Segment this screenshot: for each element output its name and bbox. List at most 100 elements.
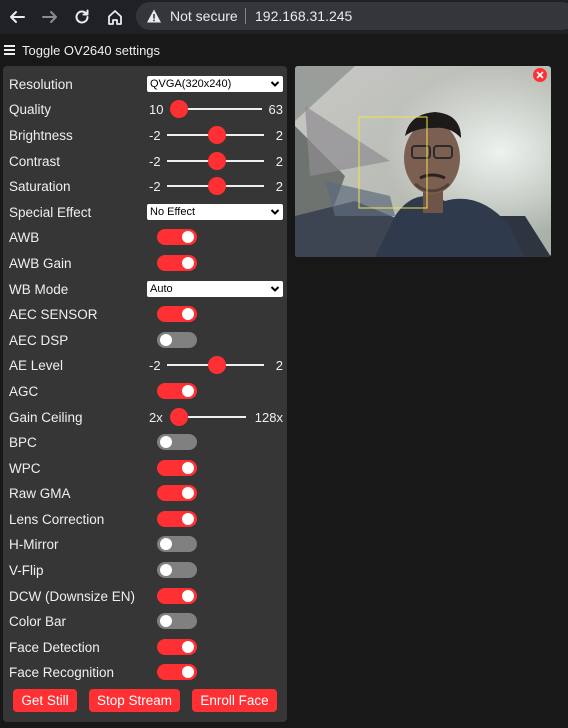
face-recognition-label: Face Recognition xyxy=(9,664,115,680)
toggle-knob xyxy=(182,385,194,397)
security-status-text[interactable]: Not secure xyxy=(170,8,238,24)
agc-label: AGC xyxy=(9,383,39,399)
h-mirror-toggle[interactable] xyxy=(157,536,197,552)
face-recognition-toggle[interactable] xyxy=(157,664,197,680)
agc-toggle[interactable] xyxy=(157,383,197,399)
lens-correction-label: Lens Correction xyxy=(9,511,105,527)
get-still-button[interactable]: Get Still xyxy=(13,689,77,712)
lens-correction-toggle[interactable] xyxy=(157,511,197,527)
aec-dsp-row: AEC DSP xyxy=(9,329,283,351)
awb-row: AWB xyxy=(9,226,283,248)
aec-dsp-label: AEC DSP xyxy=(9,332,69,348)
resolution-value: QVGA(320x240) xyxy=(150,78,232,90)
gain-ceiling-slider-thumb[interactable] xyxy=(170,408,188,426)
wpc-toggle[interactable] xyxy=(157,460,197,476)
address-bar[interactable]: Not secure 192.168.31.245 xyxy=(136,2,568,30)
quality-label: Quality xyxy=(9,101,52,117)
settings-toggle-label[interactable]: Toggle OV2640 settings xyxy=(22,43,160,58)
color-bar-toggle[interactable] xyxy=(157,613,197,629)
quality-min: 10 xyxy=(149,101,164,117)
awb-label: AWB xyxy=(9,229,40,245)
forward-arrow-icon[interactable] xyxy=(38,5,62,29)
agc-row: AGC xyxy=(9,380,283,402)
saturation-slider-thumb[interactable] xyxy=(208,177,226,195)
h-mirror-label: H-Mirror xyxy=(9,536,59,552)
wb-mode-label: WB Mode xyxy=(9,281,69,297)
toggle-knob xyxy=(160,538,172,550)
color-bar-row: Color Bar xyxy=(9,610,283,632)
settings-toggle[interactable]: Toggle OV2640 settings xyxy=(4,42,160,58)
saturation-label: Saturation xyxy=(9,178,71,194)
resolution-row: Resolution QVGA(320x240) xyxy=(9,73,283,95)
url-text[interactable]: 192.168.31.245 xyxy=(255,8,352,24)
toggle-knob xyxy=(182,308,194,320)
settings-panel: Resolution QVGA(320x240) Quality 10 63 B… xyxy=(3,66,287,722)
quality-row: Quality 10 63 xyxy=(9,98,283,120)
aec-sensor-toggle[interactable] xyxy=(157,306,197,322)
toggle-knob xyxy=(182,257,194,269)
enroll-face-button[interactable]: Enroll Face xyxy=(192,689,277,712)
browser-toolbar: Not secure 192.168.31.245 xyxy=(0,0,568,34)
close-icon xyxy=(536,71,544,79)
quality-max: 63 xyxy=(268,101,283,117)
contrast-slider-thumb[interactable] xyxy=(208,152,226,170)
v-flip-row: V-Flip xyxy=(9,559,283,581)
special-effect-value: No Effect xyxy=(150,206,196,218)
resolution-select[interactable]: QVGA(320x240) xyxy=(147,76,283,92)
close-stream-button[interactable] xyxy=(533,68,547,82)
chevron-down-icon xyxy=(270,81,280,87)
toggle-knob xyxy=(182,666,194,678)
stream-frame-image xyxy=(295,66,551,257)
ae-level-max: 2 xyxy=(275,357,283,373)
toggle-knob xyxy=(182,487,194,499)
brightness-max: 2 xyxy=(275,127,283,143)
color-bar-label: Color Bar xyxy=(9,613,67,629)
dcw-row: DCW (Downsize EN) xyxy=(9,585,283,607)
awb-toggle[interactable] xyxy=(157,229,197,245)
gain-ceiling-label: Gain Ceiling xyxy=(9,409,83,425)
awb-gain-toggle[interactable] xyxy=(157,255,197,271)
wpc-row: WPC xyxy=(9,457,283,479)
reload-icon[interactable] xyxy=(70,5,94,29)
v-flip-toggle[interactable] xyxy=(157,562,197,578)
v-flip-label: V-Flip xyxy=(9,562,44,578)
toggle-knob xyxy=(160,615,172,627)
gain-ceiling-row: Gain Ceiling 2x 128x xyxy=(9,406,283,428)
lens-correction-row: Lens Correction xyxy=(9,508,283,530)
face-detection-label: Face Detection xyxy=(9,639,100,655)
ae-level-slider-thumb[interactable] xyxy=(208,356,226,374)
face-detection-toggle[interactable] xyxy=(157,639,197,655)
brightness-label: Brightness xyxy=(9,127,73,143)
special-effect-select[interactable]: No Effect xyxy=(147,204,283,220)
dcw-toggle[interactable] xyxy=(157,588,197,604)
special-effect-row: Special Effect No Effect xyxy=(9,201,283,223)
aec-sensor-label: AEC SENSOR xyxy=(9,306,98,322)
h-mirror-row: H-Mirror xyxy=(9,533,283,555)
wpc-label: WPC xyxy=(9,460,41,476)
raw-gma-toggle[interactable] xyxy=(157,485,197,501)
back-arrow-icon[interactable] xyxy=(5,5,29,29)
toggle-knob xyxy=(182,462,194,474)
face-detection-row: Face Detection xyxy=(9,636,283,658)
saturation-row: Saturation -2 2 xyxy=(9,175,283,197)
warning-icon[interactable] xyxy=(146,8,162,24)
gain-ceiling-max: 128x xyxy=(254,409,283,425)
bpc-toggle[interactable] xyxy=(157,434,197,450)
saturation-max: 2 xyxy=(275,178,283,194)
aec-sensor-row: AEC SENSOR xyxy=(9,303,283,325)
camera-stream xyxy=(295,66,551,257)
toggle-knob xyxy=(182,231,194,243)
home-icon[interactable] xyxy=(103,5,127,29)
contrast-max: 2 xyxy=(275,153,283,169)
hamburger-icon[interactable] xyxy=(4,45,15,55)
stop-stream-button[interactable]: Stop Stream xyxy=(89,689,180,712)
quality-slider-thumb[interactable] xyxy=(170,100,188,118)
contrast-row: Contrast -2 2 xyxy=(9,150,283,172)
face-recognition-row: Face Recognition xyxy=(9,661,283,683)
aec-dsp-toggle[interactable] xyxy=(157,332,197,348)
chevron-down-icon xyxy=(270,286,280,292)
raw-gma-label: Raw GMA xyxy=(9,485,71,501)
ae-level-min: -2 xyxy=(149,357,161,373)
wb-mode-select[interactable]: Auto xyxy=(147,281,283,297)
brightness-slider-thumb[interactable] xyxy=(208,126,226,144)
